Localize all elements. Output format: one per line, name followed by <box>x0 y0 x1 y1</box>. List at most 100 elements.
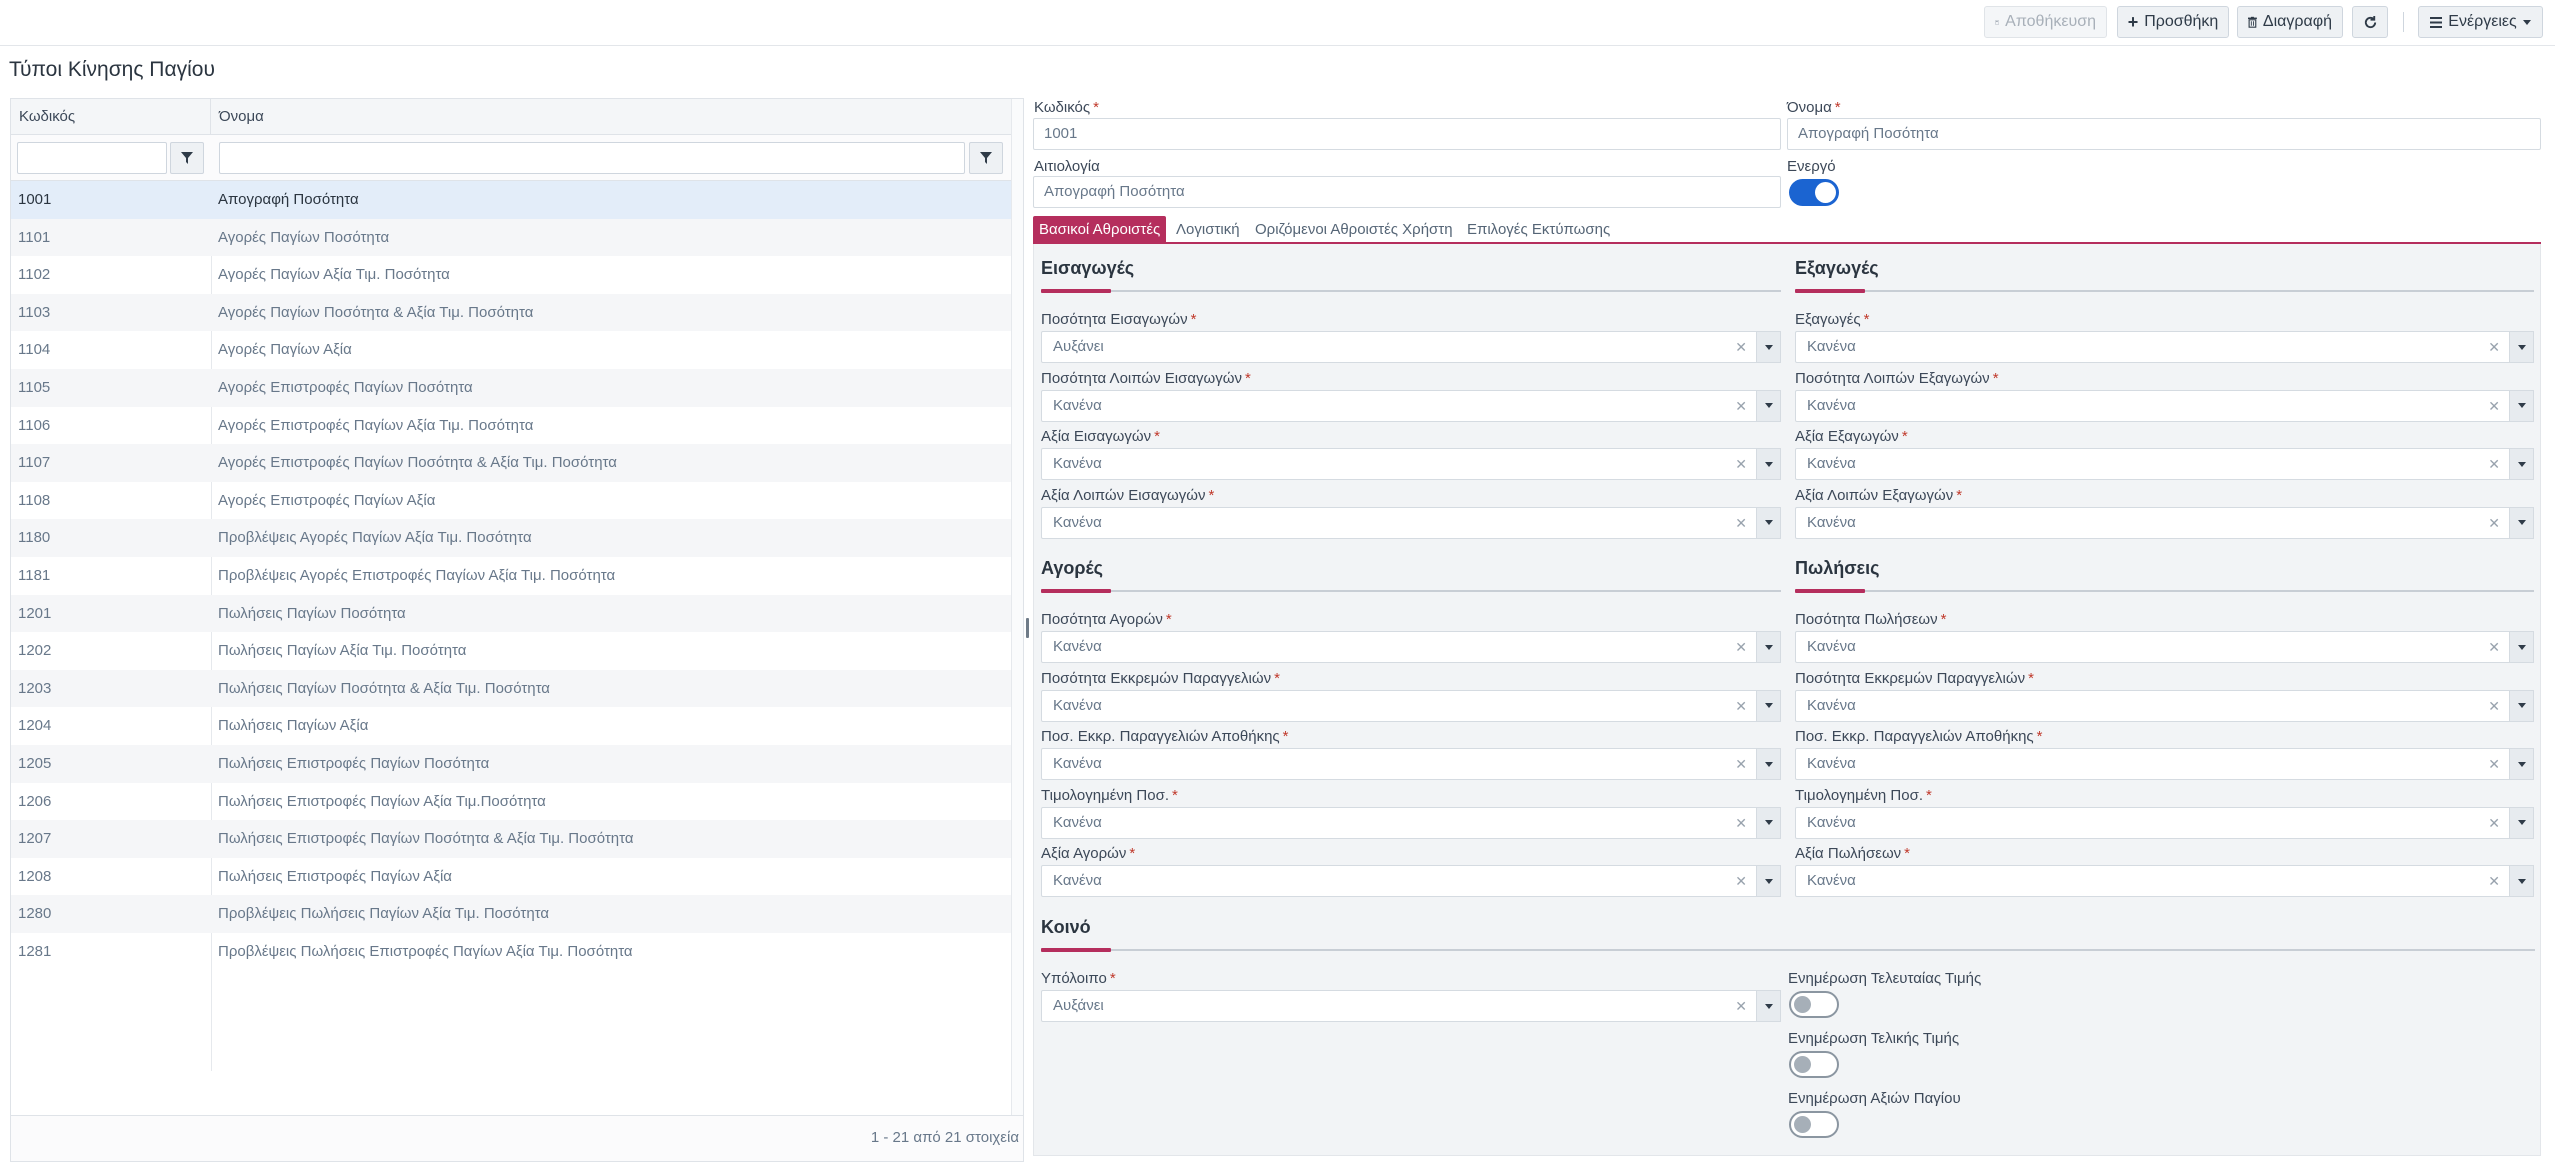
table-row[interactable]: 1206 Πωλήσεις Επιστροφές Παγίων Αξία Τιμ.… <box>11 783 1011 821</box>
dropdown-select[interactable]: Κανένα ✕ <box>1795 631 2534 663</box>
table-row[interactable]: 1207 Πωλήσεις Επιστροφές Παγίων Ποσότητα … <box>11 820 1011 858</box>
dropdown-arrow-button[interactable] <box>2509 748 2534 781</box>
dropdown-select[interactable]: Κανένα ✕ <box>1041 865 1781 898</box>
table-row[interactable]: 1106 Αγορές Επιστροφές Παγίων Αξία Τιμ. Π… <box>11 407 1011 445</box>
clear-icon[interactable]: ✕ <box>1735 691 1747 721</box>
dropdown-select[interactable]: Κανένα ✕ <box>1041 806 1781 839</box>
table-row[interactable]: 1181 Προβλέψεις Αγορές Επιστροφές Παγίων … <box>11 557 1011 595</box>
table-row[interactable]: 1202 Πωλήσεις Παγίων Αξία Τιμ. Ποσότητα <box>11 632 1011 670</box>
add-button[interactable]: + Προσθήκη <box>2117 6 2229 38</box>
dropdown-select[interactable]: Αυξάνει ✕ <box>1041 331 1781 363</box>
dropdown-select[interactable]: Κανένα ✕ <box>1041 389 1781 422</box>
clear-icon[interactable]: ✕ <box>1735 449 1747 479</box>
dropdown-arrow-button[interactable] <box>1756 865 1781 898</box>
column-header-name[interactable]: Όνομα <box>211 99 1011 135</box>
clear-icon[interactable]: ✕ <box>2488 866 2500 896</box>
dropdown-arrow-button[interactable] <box>1756 331 1781 363</box>
dropdown-arrow-button[interactable] <box>1756 506 1781 539</box>
clear-icon[interactable]: ✕ <box>1735 808 1747 838</box>
update-toggle[interactable] <box>1789 1051 1839 1078</box>
clear-icon[interactable]: ✕ <box>1735 632 1747 662</box>
reason-field[interactable]: Απογραφή Ποσότητα <box>1033 176 1781 208</box>
clear-icon[interactable]: ✕ <box>2488 332 2500 362</box>
table-row[interactable]: 1180 Προβλέψεις Αγορές Παγίων Αξία Τιμ. Π… <box>11 519 1011 557</box>
table-row[interactable]: 1001 Απογραφή Ποσότητα <box>11 181 1011 219</box>
clear-icon[interactable]: ✕ <box>1735 391 1747 421</box>
dropdown-select[interactable]: Κανένα ✕ <box>1795 689 2534 722</box>
table-row[interactable]: 1102 Αγορές Παγίων Αξία Τιμ. Ποσότητα <box>11 256 1011 294</box>
dropdown-arrow-button[interactable] <box>2509 689 2534 722</box>
table-row[interactable]: 1108 Αγορές Επιστροφές Παγίων Αξία <box>11 482 1011 520</box>
table-row[interactable]: 1201 Πωλήσεις Παγίων Ποσότητα <box>11 594 1011 633</box>
clear-icon[interactable]: ✕ <box>2488 391 2500 421</box>
dropdown-arrow-button[interactable] <box>1756 389 1781 422</box>
table-row[interactable]: 1280 Προβλέψεις Πωλήσεις Παγίων Αξία Τιμ.… <box>11 895 1011 933</box>
active-toggle[interactable] <box>1789 179 1839 206</box>
code-filter-button[interactable] <box>170 142 204 174</box>
dropdown-arrow-button[interactable] <box>2509 806 2534 839</box>
dropdown-select[interactable]: Κανένα ✕ <box>1795 331 2534 363</box>
dropdown-select[interactable]: Κανένα ✕ <box>1041 448 1781 481</box>
clear-icon[interactable]: ✕ <box>1735 991 1747 1021</box>
tab-user-totals[interactable]: Οριζόμενοι Αθροιστές Χρήστη <box>1249 216 1459 243</box>
table-row[interactable]: 1281 Προβλέψεις Πωλήσεις Επιστροφές Παγίω… <box>11 933 1011 971</box>
tab-print-options[interactable]: Επιλογές Εκτύπωσης <box>1461 216 1616 243</box>
dropdown-arrow-button[interactable] <box>1756 748 1781 781</box>
dropdown-select[interactable]: Κανένα ✕ <box>1795 865 2534 898</box>
table-row[interactable]: 1208 Πωλήσεις Επιστροφές Παγίων Αξία <box>11 858 1011 896</box>
clear-icon[interactable]: ✕ <box>2488 808 2500 838</box>
clear-icon[interactable]: ✕ <box>1735 508 1747 538</box>
table-row[interactable]: 1204 Πωλήσεις Παγίων Αξία <box>11 707 1011 745</box>
clear-icon[interactable]: ✕ <box>2488 508 2500 538</box>
dropdown-select[interactable]: Κανένα ✕ <box>1795 748 2534 781</box>
balance-select[interactable]: Αυξάνει ✕ <box>1041 990 1781 1022</box>
name-filter-button[interactable] <box>969 142 1003 174</box>
table-row[interactable]: 1205 Πωλήσεις Επιστροφές Παγίων Ποσότητα <box>11 745 1011 783</box>
table-row[interactable]: 1103 Αγορές Παγίων Ποσότητα & Αξία Τιμ. Π… <box>11 293 1011 332</box>
update-toggle[interactable] <box>1789 991 1839 1018</box>
refresh-button[interactable] <box>2352 6 2388 38</box>
dropdown-arrow-button[interactable] <box>2509 631 2534 663</box>
actions-menu-button[interactable]: Ενέργειες <box>2418 6 2543 38</box>
update-toggle[interactable] <box>1789 1111 1839 1138</box>
dropdown-select[interactable]: Κανένα ✕ <box>1041 748 1781 781</box>
clear-icon[interactable]: ✕ <box>1735 866 1747 896</box>
dropdown-arrow-button[interactable] <box>1756 689 1781 722</box>
grid-scrollbar[interactable] <box>1011 99 1023 1119</box>
dropdown-select[interactable]: Κανένα ✕ <box>1795 448 2534 481</box>
table-row[interactable]: 1105 Αγορές Επιστροφές Παγίων Ποσότητα <box>11 369 1011 407</box>
name-filter-input[interactable] <box>219 142 965 174</box>
clear-icon[interactable]: ✕ <box>2488 691 2500 721</box>
code-field[interactable]: 1001 <box>1033 118 1781 150</box>
table-row[interactable]: 1203 Πωλήσεις Παγίων Ποσότητα & Αξία Τιμ.… <box>11 669 1011 708</box>
table-row[interactable]: 1104 Αγορές Παγίων Αξία <box>11 331 1011 369</box>
clear-icon[interactable]: ✕ <box>1735 749 1747 779</box>
dropdown-arrow-button[interactable] <box>2509 389 2534 422</box>
save-button[interactable]: Αποθήκευση <box>1984 6 2107 38</box>
dropdown-arrow-button[interactable] <box>2509 331 2534 363</box>
dropdown-arrow-button[interactable] <box>1756 448 1781 481</box>
tab-basic-totals[interactable]: Βασικοί Αθροιστές <box>1033 216 1167 243</box>
clear-icon[interactable]: ✕ <box>2488 749 2500 779</box>
name-field[interactable]: Απογραφή Ποσότητα <box>1787 118 2541 150</box>
delete-button[interactable]: Διαγραφή <box>2237 6 2343 38</box>
table-row[interactable]: 1101 Αγορές Παγίων Ποσότητα <box>11 218 1011 257</box>
dropdown-select[interactable]: Κανένα ✕ <box>1041 689 1781 722</box>
dropdown-select[interactable]: Κανένα ✕ <box>1041 631 1781 663</box>
dropdown-select[interactable]: Κανένα ✕ <box>1041 506 1781 539</box>
dropdown-arrow-button[interactable] <box>1756 806 1781 839</box>
dropdown-select[interactable]: Κανένα ✕ <box>1795 806 2534 839</box>
column-header-code[interactable]: Κωδικός <box>11 99 211 135</box>
dropdown-arrow-button[interactable] <box>2509 448 2534 481</box>
clear-icon[interactable]: ✕ <box>1735 332 1747 362</box>
dropdown-select[interactable]: Κανένα ✕ <box>1795 389 2534 422</box>
code-filter-input[interactable] <box>17 142 167 174</box>
dropdown-arrow-button[interactable] <box>1756 631 1781 663</box>
tab-accounting[interactable]: Λογιστική <box>1170 216 1246 243</box>
dropdown-arrow-button[interactable] <box>1756 990 1781 1022</box>
clear-icon[interactable]: ✕ <box>2488 632 2500 662</box>
pane-splitter[interactable] <box>1026 618 1029 638</box>
clear-icon[interactable]: ✕ <box>2488 449 2500 479</box>
dropdown-arrow-button[interactable] <box>2509 506 2534 539</box>
dropdown-select[interactable]: Κανένα ✕ <box>1795 506 2534 539</box>
